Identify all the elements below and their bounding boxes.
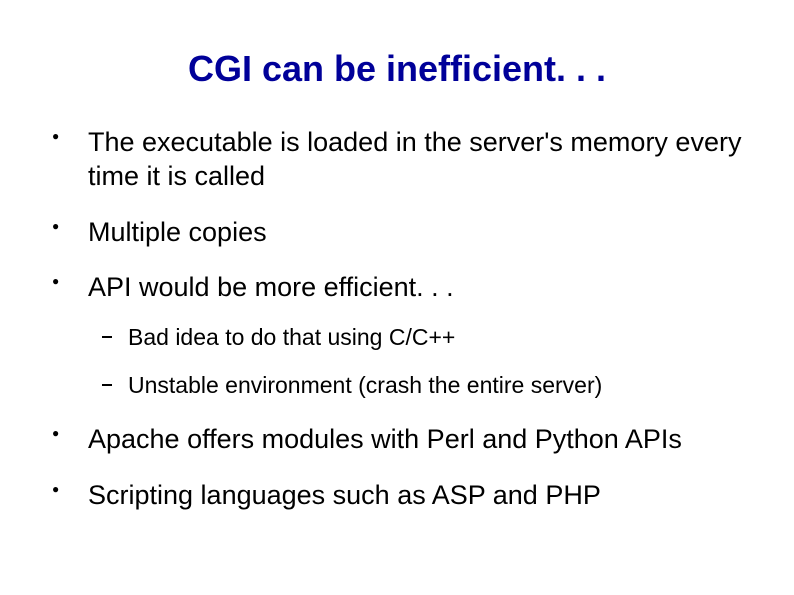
- sub-list-item: Unstable environment (crash the entire s…: [88, 371, 750, 401]
- sub-bullet-text: Bad idea to do that using C/C++: [128, 324, 455, 350]
- slide: CGI can be inefficient. . . The executab…: [0, 0, 794, 595]
- list-item: Multiple copies: [44, 216, 750, 250]
- bullet-list: The executable is loaded in the server's…: [44, 126, 750, 512]
- slide-title: CGI can be inefficient. . .: [44, 48, 750, 90]
- bullet-text: Apache offers modules with Perl and Pyth…: [88, 424, 682, 454]
- list-item: The executable is loaded in the server's…: [44, 126, 750, 194]
- list-item: Apache offers modules with Perl and Pyth…: [44, 423, 750, 457]
- list-item: Scripting languages such as ASP and PHP: [44, 479, 750, 513]
- bullet-text: Scripting languages such as ASP and PHP: [88, 480, 601, 510]
- list-item: API would be more efficient. . . Bad ide…: [44, 271, 750, 401]
- bullet-text: Multiple copies: [88, 217, 267, 247]
- bullet-text: The executable is loaded in the server's…: [88, 127, 741, 191]
- sub-list-item: Bad idea to do that using C/C++: [88, 323, 750, 353]
- bullet-text: API would be more efficient. . .: [88, 272, 454, 302]
- sub-bullet-text: Unstable environment (crash the entire s…: [128, 372, 602, 398]
- sub-bullet-list: Bad idea to do that using C/C++ Unstable…: [88, 323, 750, 401]
